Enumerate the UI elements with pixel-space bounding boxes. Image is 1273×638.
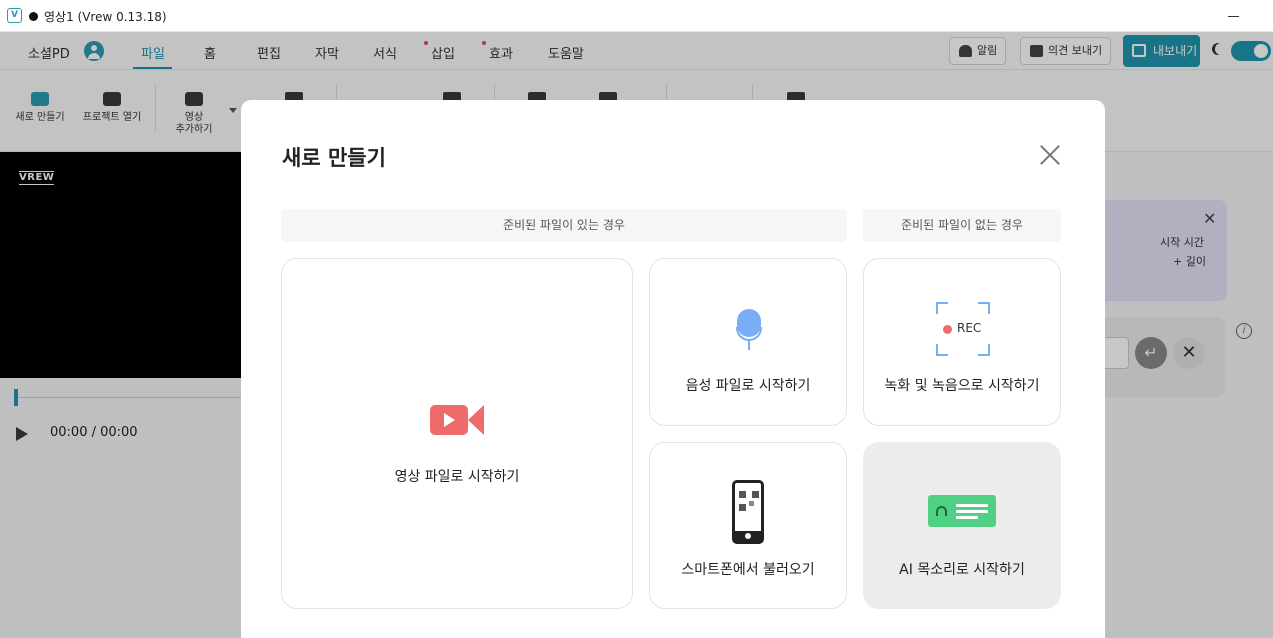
frame-corner [978,302,990,314]
frame-corner [978,344,990,356]
vrew-app-icon: V [7,8,22,23]
camera-lens-icon [468,405,484,435]
ai-voice-icon [928,495,996,527]
text-line [956,504,988,507]
video-camera-icon [430,405,468,435]
smartphone-label: 스마트폰에서 불러오기 [681,562,815,578]
title-bar: V 영상1 (Vrew 0.13.18) [0,0,1273,32]
unsaved-dot-icon [29,12,38,21]
headphones-icon [936,506,947,516]
microphone-stand-icon [736,327,762,341]
record-label: 녹화 및 녹음으로 시작하기 [884,378,1040,394]
smartphone-card[interactable]: 스마트폰에서 불러오기 [649,442,847,609]
close-icon[interactable] [1039,144,1061,166]
phone-home-button [745,533,751,539]
microphone-stem-icon [748,341,750,350]
frame-corner [936,344,948,356]
frame-corner [936,302,948,314]
window-title: 영상1 (Vrew 0.13.18) [44,10,167,24]
section-without-file: 준비된 파일이 없는 경우 [863,209,1061,242]
video-file-card[interactable]: 영상 파일로 시작하기 [281,258,633,609]
text-line [956,510,988,513]
audio-file-label: 음성 파일로 시작하기 [685,378,811,394]
minimize-icon[interactable] [1228,16,1239,17]
record-dot-icon [943,325,952,334]
ai-voice-label: AI 목소리로 시작하기 [899,562,1025,578]
new-project-dialog: 새로 만들기 준비된 파일이 있는 경우 준비된 파일이 없는 경우 영상 파일… [241,100,1105,638]
rec-badge: REC [957,321,982,335]
ai-voice-card[interactable]: AI 목소리로 시작하기 [863,442,1061,609]
text-line [956,516,978,519]
audio-file-card[interactable]: 음성 파일로 시작하기 [649,258,847,426]
record-card[interactable]: REC 녹화 및 녹음으로 시작하기 [863,258,1061,426]
qr-code-icon [739,491,759,511]
video-file-label: 영상 파일로 시작하기 [394,469,520,485]
smartphone-icon [732,480,764,544]
section-with-file: 준비된 파일이 있는 경우 [281,209,847,242]
dialog-title: 새로 만들기 [282,146,386,170]
